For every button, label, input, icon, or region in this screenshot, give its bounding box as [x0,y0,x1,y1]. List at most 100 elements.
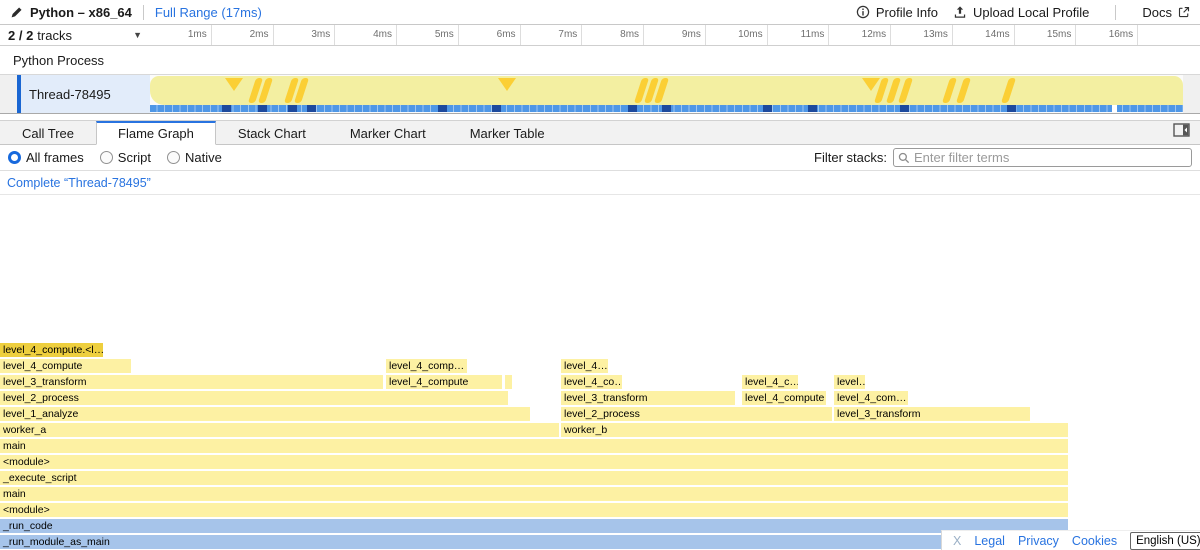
slash-marker-icon[interactable] [942,78,957,103]
sample-dense-cell [808,105,817,112]
flame-frame[interactable]: worker_b [561,423,1068,437]
radio-label: Script [118,150,151,165]
flame-frame[interactable] [505,375,512,389]
filter-input[interactable] [914,150,1187,165]
tab-marker-chart[interactable]: Marker Chart [328,121,448,144]
triangle-marker-icon[interactable] [225,78,243,91]
radio-icon[interactable] [8,151,21,164]
flame-graph[interactable]: level_4_compute.<l…level_4_computelevel_… [0,195,1200,550]
flame-frame[interactable]: level_4_compute [386,375,502,389]
profile-name[interactable]: Python – x86_64 [30,5,132,20]
radio-native[interactable]: Native [167,150,222,165]
sample-dense-cell [1007,105,1016,112]
slash-marker-icon[interactable] [898,78,913,103]
edit-pencil-icon[interactable] [10,6,23,19]
flame-frame[interactable]: level_4_comp… [386,359,467,373]
flame-frame[interactable]: level_4_compute [742,391,826,405]
radio-script[interactable]: Script [100,150,151,165]
tab-call-tree[interactable]: Call Tree [0,121,96,144]
flame-frame[interactable]: _execute_script [0,471,1068,485]
ruler-tick-label: 6ms [459,25,521,45]
ruler-tick-label: 1ms [150,25,212,45]
flame-frame[interactable]: _run_module_as_main [0,535,1068,549]
flame-frame[interactable]: level_4_c… [742,375,798,389]
flame-frame[interactable]: <module> [0,503,1068,517]
flame-frame[interactable]: level_4_co… [561,375,622,389]
thread-track-label: Thread-78495 [29,87,111,102]
ruler-tick-label: 8ms [582,25,644,45]
flame-frame[interactable]: level_1_analyze [0,407,530,421]
flame-frame[interactable]: main [0,487,1068,501]
sample-dense-cell [763,105,772,112]
footer-link-x[interactable]: X [953,534,961,548]
flame-frame[interactable]: level_4_compute [0,359,131,373]
track-thread[interactable]: Thread-78495 [0,75,1200,114]
breadcrumb[interactable]: Complete “Thread-78495” [7,176,151,190]
slash-marker-icon[interactable] [956,78,971,103]
flame-frame[interactable]: level_4… [561,359,608,373]
flame-frame[interactable]: level_2_process [0,391,508,405]
ruler-tick-label: 4ms [335,25,397,45]
docs-button[interactable]: Docs [1142,5,1190,20]
tab-flame-graph[interactable]: Flame Graph [96,121,216,145]
process-track-label: Python Process [13,53,104,68]
flame-frame[interactable]: level_4_compute.<l… [0,343,103,357]
flame-frame[interactable]: level_3_transform [834,407,1030,421]
slash-marker-icon[interactable] [1001,78,1016,103]
ruler-tick-label: 3ms [274,25,336,45]
flame-frame[interactable]: _run_code [0,519,1068,533]
full-range-button[interactable]: Full Range (17ms) [155,5,262,20]
ruler-tick-label: 16ms [1076,25,1138,45]
footer-link-privacy[interactable]: Privacy [1018,534,1059,548]
flame-frame[interactable]: <module> [0,455,1068,469]
upload-profile-button[interactable]: Upload Local Profile [953,5,1089,20]
upload-icon [953,5,967,19]
app-header: Python – x86_64 Full Range (17ms) Profil… [0,0,1200,25]
sample-dense-cell [628,105,637,112]
ruler-tick-label: 11ms [768,25,830,45]
flame-frame[interactable]: level… [834,375,865,389]
header-divider-2 [1115,5,1116,20]
flame-frame[interactable]: main [0,439,1068,453]
language-select[interactable]: English (US) [1130,532,1200,550]
flame-frame[interactable]: level_3_transform [561,391,735,405]
track-python-process[interactable]: Python Process [0,47,1200,75]
radio-icon[interactable] [167,151,180,164]
sample-dense-cell [438,105,447,112]
flame-frame[interactable]: level_2_process [561,407,832,421]
filter-input-box[interactable] [893,148,1192,167]
tracks-dropdown[interactable]: 2 / 2 tracks ▼ [0,25,150,45]
panel-tab-bar: Call TreeFlame GraphStack ChartMarker Ch… [0,120,1200,145]
radio-icon[interactable] [100,151,113,164]
thread-track-label-box[interactable]: Thread-78495 [21,75,150,113]
profile-info-button[interactable]: Profile Info [856,5,938,20]
flame-frame[interactable]: level_3_transform [0,375,383,389]
sample-dense-cell [288,105,297,112]
footer-link-legal[interactable]: Legal [974,534,1005,548]
footer-link-cookies[interactable]: Cookies [1072,534,1117,548]
triangle-marker-icon[interactable] [498,78,516,91]
sample-strip [150,105,1183,112]
page-footer: XLegalPrivacyCookies English (US) ▾ [941,530,1200,550]
frames-toolbar: All framesScriptNative Filter stacks: [0,145,1200,171]
cpu-usage-band [150,76,1183,105]
ruler-tick-label: 2ms [212,25,274,45]
tab-marker-table[interactable]: Marker Table [448,121,567,144]
radio-all-frames[interactable]: All frames [8,150,84,165]
timeline-ruler: 2 / 2 tracks ▼ 1ms2ms3ms4ms5ms6ms7ms8ms9… [0,25,1200,46]
external-link-icon [1178,6,1190,18]
flame-frame[interactable]: level_4_com… [834,391,908,405]
ruler-tick-label: 7ms [521,25,583,45]
header-divider [143,5,144,20]
flame-frame[interactable]: worker_a [0,423,559,437]
sample-dense-cell [492,105,501,112]
breadcrumb-bar: Complete “Thread-78495” [0,171,1200,195]
ruler-tick-label: 10ms [706,25,768,45]
sidebar-toggle-button[interactable] [1173,123,1190,142]
ruler-tick-label: 5ms [397,25,459,45]
thread-activity-canvas[interactable] [150,75,1183,113]
tab-stack-chart[interactable]: Stack Chart [216,121,328,144]
radio-label: All frames [26,150,84,165]
search-icon [898,152,910,164]
sample-dense-cell [222,105,231,112]
